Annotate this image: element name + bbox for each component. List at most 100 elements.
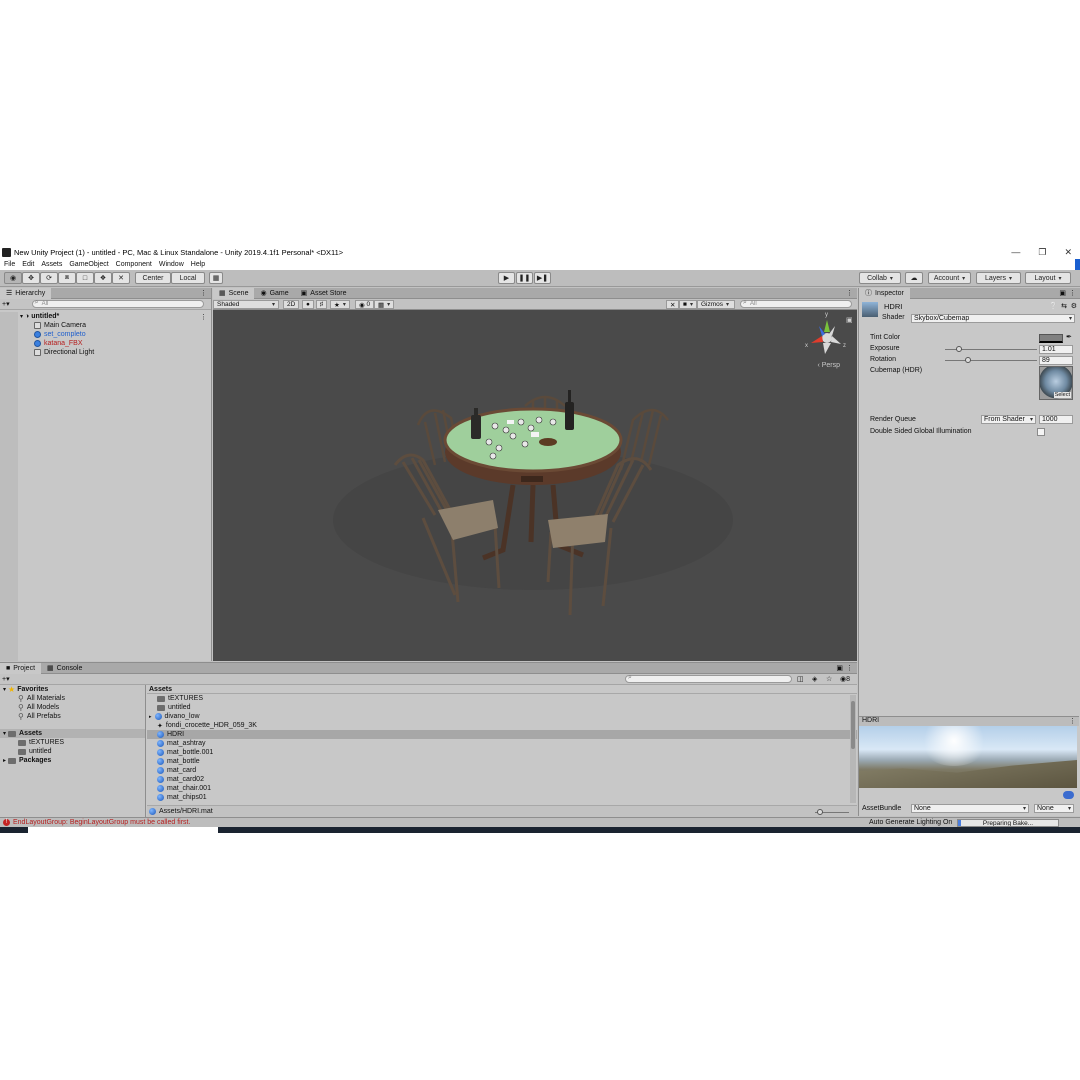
expand-arrow-icon[interactable]: ▾ (20, 313, 23, 320)
collab-dropdown[interactable]: Collab ▾ (859, 272, 901, 284)
rotation-slider[interactable] (945, 360, 1037, 361)
preview-menu-icon[interactable]: ⋮ (1069, 717, 1076, 725)
tab-console[interactable]: ▦ Console (41, 663, 88, 674)
tab-project[interactable]: ■ Project (0, 662, 42, 674)
menu-assets[interactable]: Assets (41, 261, 62, 268)
camera-dropdown[interactable]: ■ ▾ (679, 300, 697, 309)
list-item[interactable]: ✦ fondi_crocette_HDR_059_3K (147, 721, 857, 730)
audio-toggle[interactable]: ♯ (316, 300, 328, 309)
hierarchy-item-katana-fbx[interactable]: katana_FBX (18, 339, 211, 348)
list-item[interactable]: mat_card (147, 766, 857, 775)
exposure-field[interactable]: 1.01 (1039, 345, 1073, 354)
menu-gameobject[interactable]: GameObject (69, 261, 108, 268)
rotate-tool-button[interactable]: ⟳ (40, 272, 58, 284)
hidden-objects-toggle[interactable]: ◉ 0 (355, 300, 375, 309)
hand-tool-button[interactable]: ◉ (4, 272, 22, 284)
collapse-arrow-icon[interactable]: ▸ (3, 757, 6, 764)
preset-icon[interactable]: ⇆ (1061, 302, 1067, 310)
hierarchy-item-main-camera[interactable]: Main Camera (18, 321, 211, 330)
panel-menu-icon[interactable]: ⋮ (846, 289, 853, 297)
favorite-star-icon[interactable]: ☆ (826, 675, 832, 683)
packages-folder-row[interactable]: ▸ Packages (0, 756, 145, 765)
gear-icon[interactable]: ⚙ (1071, 302, 1077, 310)
gizmo-lock-icon[interactable]: ▣ (846, 317, 853, 324)
scale-tool-button[interactable]: ⧈ (58, 272, 76, 284)
list-item[interactable]: mat_card02 (147, 775, 857, 784)
menu-file[interactable]: File (4, 261, 15, 268)
hierarchy-item-directional-light[interactable]: Directional Light (18, 348, 211, 357)
scene-viewport[interactable]: y x z ▣ ‹ Persp (213, 310, 857, 661)
project-search-input[interactable] (625, 674, 792, 683)
shading-mode-dropdown[interactable]: Shaded ▾ (213, 300, 279, 309)
custom-tool-button[interactable]: ✕ (112, 272, 130, 284)
panel-menu-icon[interactable]: ⋮ (200, 289, 207, 297)
list-item[interactable]: ▸ divano_low (147, 712, 857, 721)
eyedropper-icon[interactable]: ✒ (1066, 333, 1072, 341)
expand-arrow-icon[interactable]: ▾ (3, 730, 6, 737)
pause-button[interactable]: ❚❚ (516, 272, 533, 284)
menu-component[interactable]: Component (116, 261, 152, 268)
shader-dropdown[interactable]: Skybox/Cubemap ▾ (911, 314, 1075, 323)
cloud-button[interactable]: ☁ (905, 272, 923, 284)
list-item-selected[interactable]: HDRI (147, 730, 857, 739)
create-plus-icon[interactable]: +▾ (2, 300, 10, 308)
breadcrumb-assets[interactable]: Assets (149, 686, 172, 693)
create-plus-icon[interactable]: +▾ (2, 675, 10, 683)
projection-label[interactable]: ‹ Persp (817, 362, 840, 369)
effects-dropdown[interactable]: ★ ▾ (330, 300, 350, 309)
menu-help[interactable]: Help (191, 261, 205, 268)
list-item[interactable]: tEXTURES (147, 694, 857, 703)
list-item[interactable]: mat_chips01 (147, 793, 857, 802)
grid-dropdown[interactable]: ▦ ▾ (374, 300, 395, 309)
list-item[interactable]: mat_bottle (147, 757, 857, 766)
exposure-slider-handle[interactable] (955, 346, 962, 352)
lighting-toggle[interactable]: ● (302, 300, 314, 309)
hierarchy-item-set-completo[interactable]: set_completo (18, 330, 211, 339)
account-dropdown[interactable]: Account ▾ (928, 272, 971, 284)
minimize-icon[interactable]: — (1011, 247, 1020, 257)
tools-toggle[interactable]: ✕ (666, 300, 680, 309)
tree-folder-untitled[interactable]: untitled (0, 747, 145, 756)
scene-menu-icon[interactable]: ⋮ (200, 313, 207, 321)
render-queue-mode-dropdown[interactable]: From Shader ▾ (981, 415, 1036, 424)
error-message[interactable]: EndLayoutGroup: BeginLayoutGroup must be… (13, 819, 190, 826)
panel-menu-icon[interactable]: ⋮ (846, 664, 853, 672)
favorite-all-prefabs[interactable]: ⚲ All Prefabs (0, 712, 145, 721)
maximize-icon[interactable]: ❐ (1038, 247, 1046, 258)
skybox-preview[interactable] (859, 726, 1077, 788)
scrollbar-thumb[interactable] (851, 701, 855, 749)
close-icon[interactable]: ✕ (1064, 247, 1072, 258)
cubemap-slot[interactable]: Select (1039, 366, 1073, 400)
expand-arrow-icon[interactable]: ▸ (149, 714, 152, 720)
double-sided-gi-checkbox[interactable] (1037, 428, 1045, 436)
scene-orientation-gizmo[interactable] (811, 320, 841, 354)
menu-window[interactable]: Window (159, 261, 184, 268)
tab-asset-store[interactable]: ▣ Asset Store (295, 288, 353, 299)
assetbundle-dropdown[interactable]: None ▾ (911, 804, 1029, 813)
tab-inspector[interactable]: ⓘ Inspector (859, 287, 910, 299)
gizmos-dropdown[interactable]: Gizmos ▾ (697, 300, 735, 309)
favorite-all-materials[interactable]: ⚲ All Materials (0, 694, 145, 703)
taskbar-search-box[interactable] (28, 827, 218, 833)
lock-icon[interactable]: ▣ (836, 664, 843, 672)
snap-button[interactable]: ▦ (209, 272, 223, 284)
render-queue-field[interactable]: 1000 (1039, 415, 1073, 424)
menu-edit[interactable]: Edit (22, 261, 34, 268)
tab-hierarchy[interactable]: ☰ Hierarchy (0, 287, 52, 299)
file-list-scrollbar[interactable] (850, 695, 856, 803)
tab-game[interactable]: ◉ Game (254, 288, 294, 299)
help-icon[interactable]: ❔ (1049, 302, 1058, 310)
favorite-all-models[interactable]: ⚲ All Models (0, 703, 145, 712)
tint-color-swatch[interactable] (1039, 334, 1063, 343)
bake-progress-bar[interactable]: Preparing Bake... (957, 819, 1059, 827)
layout-dropdown[interactable]: Layout ▾ (1025, 272, 1071, 284)
lock-icon[interactable]: ▣ (1059, 289, 1066, 297)
play-button[interactable]: ▶ (498, 272, 515, 284)
pivot-center-button[interactable]: Center (135, 272, 171, 284)
rotation-field[interactable]: 89 (1039, 356, 1073, 365)
list-item[interactable]: mat_bottle.001 (147, 748, 857, 757)
hierarchy-search-input[interactable]: All (31, 299, 204, 308)
expand-arrow-icon[interactable]: ▾ (3, 686, 6, 693)
layers-dropdown[interactable]: Layers ▾ (976, 272, 1021, 284)
cubemap-select-button[interactable]: Select (1053, 392, 1071, 398)
